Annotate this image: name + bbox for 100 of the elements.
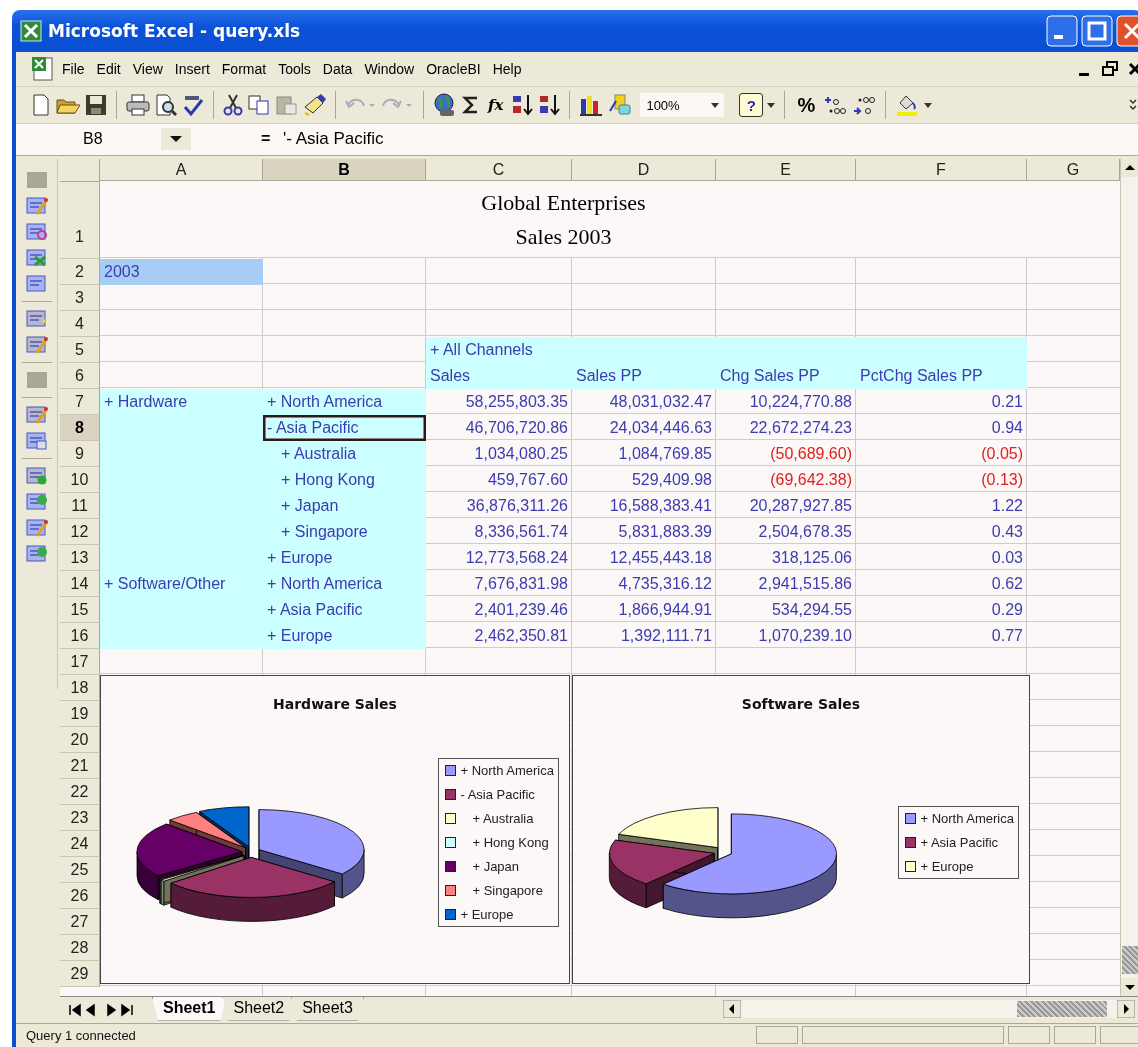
menu-item[interactable]: Tools (272, 61, 317, 78)
column-header[interactable]: D (572, 158, 716, 181)
row-header[interactable]: 2 (60, 258, 100, 285)
grid-icon[interactable] (24, 246, 49, 269)
scrollbar-thumb[interactable] (1122, 945, 1138, 974)
member-label: - Asia Pacific (263, 414, 426, 441)
scrollbar-thumb[interactable] (1017, 1000, 1107, 1017)
sales-value: 459,767.60 (486, 469, 569, 490)
spell-check-icon[interactable] (181, 93, 205, 118)
cube-icon[interactable] (607, 93, 634, 118)
measure-heading: Sales (426, 362, 572, 389)
member-label: + Singapore (263, 518, 426, 545)
menu-item[interactable]: Edit (90, 61, 127, 78)
chart-title: Software Sales (741, 695, 861, 712)
row-header[interactable]: 22 (60, 778, 100, 805)
row-header[interactable]: 21 (60, 752, 100, 779)
row-header[interactable]: 23 (60, 804, 100, 831)
row-header[interactable]: 29 (60, 960, 100, 987)
row-header[interactable]: 20 (60, 726, 100, 753)
scissors-icon[interactable] (222, 93, 244, 118)
row-header[interactable]: 27 (60, 908, 100, 935)
sales-value: 1,034,080.25 (473, 443, 569, 464)
row-header[interactable]: 7 (60, 388, 100, 415)
edit-document-icon[interactable] (24, 403, 49, 426)
bar-chart-icon[interactable] (578, 93, 605, 118)
row-header[interactable]: 19 (60, 700, 100, 727)
sort-descending-icon[interactable] (537, 93, 562, 118)
legend-label: + Asia Pacific (920, 834, 999, 850)
scroll-right-icon[interactable] (1117, 999, 1135, 1018)
sales-value: 0.03 (990, 547, 1024, 568)
menu-item[interactable]: Insert (168, 61, 216, 78)
menu-item[interactable]: File (56, 61, 91, 78)
row-header[interactable]: 4 (60, 310, 100, 337)
sales-value: 12,455,443.18 (608, 547, 713, 568)
column-header[interactable]: E (716, 158, 856, 181)
zoom-dropdown[interactable]: 100% (640, 93, 725, 118)
linked-boxes-icon[interactable] (24, 429, 49, 452)
row-header[interactable]: 1 (60, 181, 100, 259)
chart-area[interactable]: Software Sales + North America + Asia Pacific + Europe (572, 674, 1030, 984)
menu-item[interactable]: View (126, 61, 169, 78)
clipboard-icon[interactable] (274, 93, 298, 118)
column-header[interactable]: A (100, 158, 263, 181)
new-document-icon[interactable] (30, 93, 52, 118)
row-header[interactable]: 26 (60, 882, 100, 909)
sales-value: 2,462,350.81 (473, 625, 569, 646)
form-icon[interactable] (24, 272, 49, 295)
menu-item[interactable]: Format (215, 61, 273, 78)
row-header[interactable]: 3 (60, 284, 100, 311)
scroll-up-icon[interactable] (1121, 158, 1138, 177)
row-header[interactable]: 28 (60, 934, 100, 961)
row-header[interactable]: 12 (60, 518, 100, 545)
row-header[interactable]: 6 (60, 362, 100, 389)
caret-icon[interactable] (766, 101, 777, 110)
row-header[interactable]: 9 (60, 440, 100, 467)
row-header[interactable]: 16 (60, 622, 100, 649)
row-header[interactable]: 24 (60, 830, 100, 857)
row-header[interactable]: 14 (60, 570, 100, 597)
formula-input[interactable]: '- Asia Pacific (279, 129, 384, 150)
database-help-icon[interactable] (24, 490, 49, 513)
column-header[interactable]: C (426, 158, 572, 181)
sheet-tab[interactable]: Sheet3 (291, 996, 364, 1021)
print-preview-icon[interactable] (154, 93, 178, 118)
edit-form-icon[interactable] (24, 194, 49, 217)
sales-value: 48,031,032.47 (608, 391, 713, 412)
percent-button[interactable]: % (793, 93, 820, 117)
refresh-form-icon[interactable] (24, 220, 49, 243)
edit-table-icon[interactable] (24, 333, 49, 356)
row-header[interactable]: 8 (60, 414, 100, 441)
measure-heading: Chg Sales PP (716, 362, 856, 389)
help-button[interactable]: ? (739, 93, 764, 118)
scroll-left-icon[interactable] (723, 999, 741, 1018)
row-header[interactable]: 11 (60, 492, 100, 519)
insert-function-button[interactable]: fx (484, 96, 508, 115)
row-header[interactable]: 15 (60, 596, 100, 623)
edit-form-icon[interactable] (24, 516, 49, 539)
row-header[interactable]: 10 (60, 466, 100, 493)
printer-icon[interactable] (125, 93, 151, 118)
grid-help-icon[interactable] (24, 542, 49, 565)
menu-item[interactable]: Data (316, 61, 359, 78)
sort-ascending-icon[interactable] (510, 93, 535, 118)
column-header[interactable]: F (856, 158, 1027, 181)
scroll-down-icon[interactable] (1121, 977, 1138, 996)
member-label: + Europe (263, 544, 426, 571)
menu-item[interactable]: Window (358, 61, 421, 78)
maximize-icon[interactable] (1081, 15, 1113, 47)
menu-item[interactable]: Help (486, 61, 528, 78)
menu-item[interactable]: OracleBI (420, 61, 487, 78)
sales-value: 2,504,678.35 (757, 521, 853, 542)
chart-area[interactable]: Hardware Sales + North America - Asia Pacific + Australia + Hong Kong + Japan + Singapore + Europe (100, 674, 570, 984)
row-header[interactable]: 17 (60, 648, 100, 675)
caret-icon[interactable] (923, 101, 934, 110)
row-header[interactable]: 13 (60, 544, 100, 571)
row-header[interactable]: 25 (60, 856, 100, 883)
row-header[interactable]: 5 (60, 336, 100, 363)
table-gear-icon[interactable] (24, 464, 49, 487)
workbook-icon[interactable] (30, 55, 56, 84)
column-header[interactable]: B (263, 158, 426, 181)
new-table-icon[interactable] (24, 307, 49, 330)
sheet-tab[interactable]: Sheet1 (152, 996, 227, 1021)
row-header[interactable]: 18 (60, 674, 100, 701)
